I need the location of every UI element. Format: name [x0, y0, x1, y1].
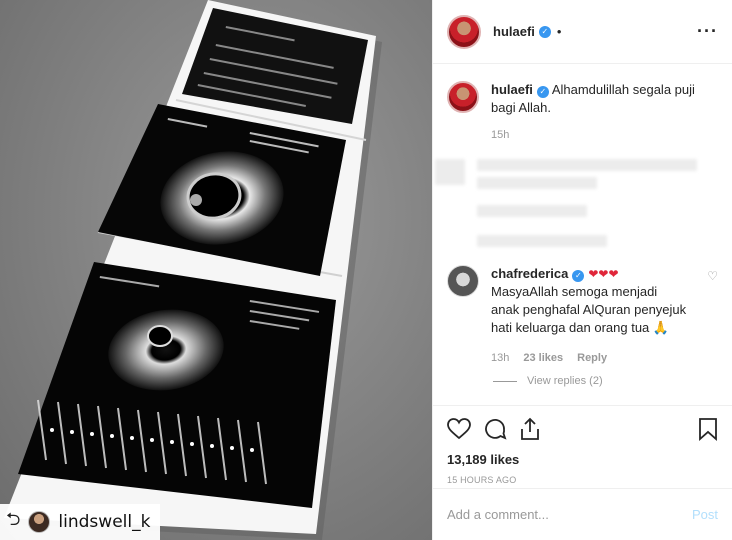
- comment-body: chafrederica ✓ ❤❤❤ MasyaAllah semoga menja…: [491, 265, 687, 367]
- comment-input[interactable]: [447, 507, 692, 522]
- verified-badge-icon: ✓: [538, 25, 551, 38]
- view-replies[interactable]: View replies (2): [493, 375, 603, 387]
- post-comment-button[interactable]: Post: [692, 507, 718, 522]
- comment-bubble-icon[interactable]: [483, 417, 507, 441]
- caption: hulaefi ✓ Alhamdulillah segala puji bagi …: [447, 81, 718, 117]
- like-count[interactable]: 13,189 likes: [447, 452, 718, 467]
- post-timestamp[interactable]: 15 HOURS AGO: [447, 475, 718, 485]
- repost-username: lindswell_k: [58, 512, 151, 532]
- comment-item: chafrederica ✓ ❤❤❤ MasyaAllah semoga menja…: [447, 265, 718, 367]
- caption-username[interactable]: hulaefi: [491, 82, 533, 97]
- header-separator: •: [556, 24, 562, 39]
- replies-divider: [493, 380, 517, 382]
- post-actions: 13,189 likes 15 HOURS AGO: [433, 405, 732, 485]
- post-header: hulaefi ✓ • ···: [433, 0, 732, 64]
- comment-composer: Post: [433, 488, 732, 540]
- comment-text: MasyaAllah semoga menjadi anak penghafal…: [491, 284, 687, 335]
- post-photo[interactable]: ⮌ lindswell_k: [0, 0, 432, 540]
- caption-text-block: hulaefi ✓ Alhamdulillah segala puji bagi …: [491, 81, 718, 117]
- caption-age[interactable]: 15h: [491, 129, 718, 141]
- comment-like-heart-icon[interactable]: ♡: [707, 269, 718, 283]
- repost-credit[interactable]: ⮌ lindswell_k: [0, 504, 161, 540]
- action-icons: [447, 416, 718, 442]
- comment-meta: 13h 23 likes Reply: [491, 349, 687, 367]
- share-icon[interactable]: [519, 417, 541, 441]
- repost-avatar: [28, 511, 51, 533]
- view-replies-label: View replies (2): [527, 375, 603, 387]
- comment-emoji: ❤❤❤: [588, 267, 619, 281]
- comment-likes[interactable]: 23 likes: [523, 349, 563, 367]
- more-options-icon[interactable]: ···: [697, 21, 718, 42]
- commenter-verified-badge-icon: ✓: [572, 270, 585, 282]
- save-bookmark-icon[interactable]: [698, 417, 718, 441]
- caption-avatar[interactable]: [447, 81, 479, 113]
- commenter-avatar[interactable]: [447, 265, 479, 297]
- author-username[interactable]: hulaefi: [493, 24, 535, 39]
- caption-verified-badge-icon: ✓: [536, 86, 549, 98]
- author-avatar[interactable]: [447, 14, 481, 49]
- like-heart-icon[interactable]: [447, 418, 471, 440]
- commenter-username[interactable]: chafrederica: [491, 266, 568, 281]
- ultrasound-printout-image: [4, 0, 382, 540]
- repost-icon: ⮌: [6, 509, 21, 530]
- reply-button[interactable]: Reply: [577, 349, 607, 367]
- post-panel: hulaefi ✓ • ··· hulaefi ✓ Alhamdulillah s…: [432, 0, 732, 540]
- comment-age[interactable]: 13h: [491, 349, 509, 367]
- comments-section: hulaefi ✓ Alhamdulillah segala puji bagi …: [433, 65, 732, 405]
